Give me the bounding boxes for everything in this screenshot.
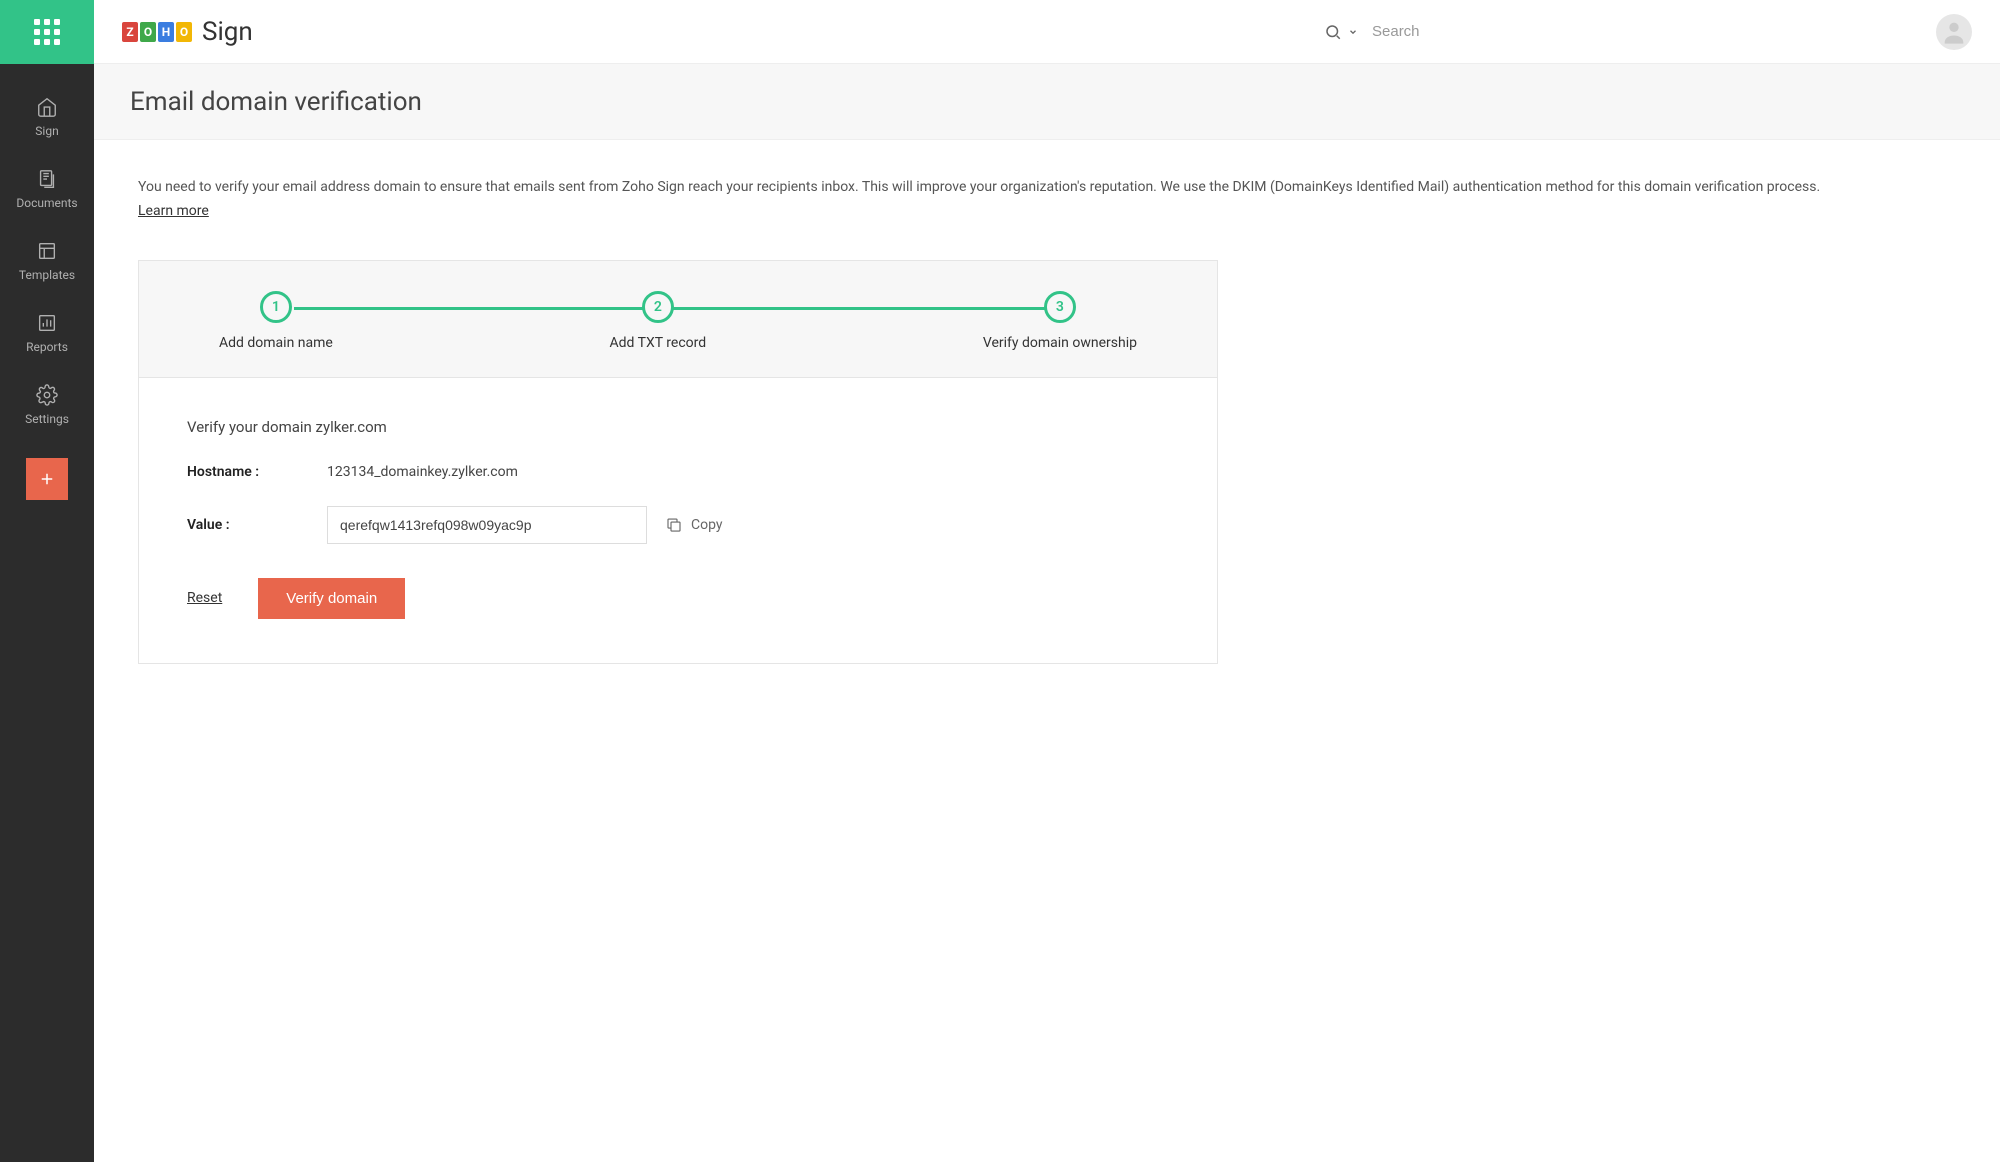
- verify-heading: Verify your domain zylker.com: [187, 418, 1169, 436]
- step-add-txt: 2 Add TXT record: [610, 291, 707, 351]
- sidebar-nav: Sign Documents Templates Reports Setting…: [0, 64, 94, 500]
- page-header: Email domain verification: [94, 64, 2000, 140]
- step-number: 3: [1044, 291, 1076, 323]
- card-body: Verify your domain zylker.com Hostname :…: [139, 378, 1217, 663]
- search-wrap: [1324, 23, 1912, 41]
- sidebar-item-label: Reports: [26, 340, 68, 354]
- sidebar-item-sign[interactable]: Sign: [0, 82, 94, 154]
- logo-letter: O: [176, 22, 192, 42]
- sidebar-item-documents[interactable]: Documents: [0, 154, 94, 226]
- stepper: 1 Add domain name 2 Add TXT record 3 Ver…: [139, 261, 1217, 378]
- home-icon: [36, 96, 58, 118]
- value-label: Value :: [187, 517, 327, 533]
- value-row: Value : Copy: [187, 506, 1169, 544]
- hostname-value: 123134_domainkey.zylker.com: [327, 464, 518, 480]
- value-input[interactable]: [327, 506, 647, 544]
- hostname-label: Hostname :: [187, 464, 327, 480]
- actions-row: Reset Verify domain: [187, 578, 1169, 619]
- step-add-domain: 1 Add domain name: [219, 291, 333, 351]
- apps-grid-icon: [34, 19, 60, 45]
- sidebar-item-reports[interactable]: Reports: [0, 298, 94, 370]
- copy-button[interactable]: Copy: [665, 516, 723, 534]
- sidebar-item-label: Sign: [35, 124, 58, 138]
- content: You need to verify your email address do…: [94, 140, 2000, 700]
- logo-letter: Z: [122, 22, 138, 42]
- step-number: 1: [260, 291, 292, 323]
- add-button[interactable]: [26, 458, 68, 500]
- sidebar: Sign Documents Templates Reports Setting…: [0, 0, 94, 1162]
- sidebar-item-label: Templates: [19, 268, 75, 282]
- sidebar-item-label: Documents: [16, 196, 77, 210]
- reset-link[interactable]: Reset: [187, 590, 222, 606]
- gear-icon: [36, 384, 58, 406]
- verification-card: 1 Add domain name 2 Add TXT record 3 Ver…: [138, 260, 1218, 664]
- hostname-row: Hostname : 123134_domainkey.zylker.com: [187, 464, 1169, 480]
- sidebar-item-label: Settings: [25, 412, 69, 426]
- logo-letter: H: [158, 22, 174, 42]
- product-name: Sign: [202, 17, 253, 47]
- page-description: You need to verify your email address do…: [138, 176, 1858, 224]
- sidebar-item-templates[interactable]: Templates: [0, 226, 94, 298]
- chevron-down-icon[interactable]: [1348, 27, 1358, 37]
- learn-more-link[interactable]: Learn more: [138, 203, 209, 219]
- search-icon[interactable]: [1324, 23, 1342, 41]
- apps-launcher[interactable]: [0, 0, 94, 64]
- reports-icon: [36, 312, 58, 334]
- search-input[interactable]: [1372, 23, 1912, 40]
- topbar: Z O H O Sign: [94, 0, 2000, 64]
- templates-icon: [36, 240, 58, 262]
- documents-icon: [36, 168, 58, 190]
- avatar[interactable]: [1936, 14, 1972, 50]
- brand-logo[interactable]: Z O H O Sign: [122, 17, 253, 47]
- logo-letter: O: [140, 22, 156, 42]
- sidebar-item-settings[interactable]: Settings: [0, 370, 94, 442]
- step-label: Add domain name: [219, 335, 333, 351]
- copy-icon: [665, 516, 683, 534]
- page-title: Email domain verification: [130, 87, 422, 117]
- plus-icon: [38, 470, 56, 488]
- step-label: Verify domain ownership: [983, 335, 1137, 351]
- copy-label: Copy: [691, 517, 723, 533]
- step-number: 2: [642, 291, 674, 323]
- user-icon: [1940, 18, 1968, 46]
- step-verify-ownership: 3 Verify domain ownership: [983, 291, 1137, 351]
- logo-boxes: Z O H O: [122, 22, 192, 42]
- verify-domain-button[interactable]: Verify domain: [258, 578, 405, 619]
- step-label: Add TXT record: [610, 335, 707, 351]
